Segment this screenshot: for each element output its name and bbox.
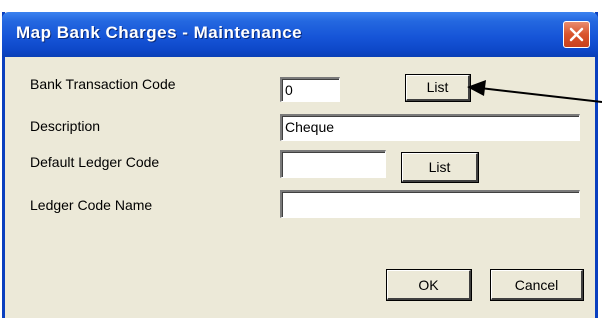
- cancel-button[interactable]: Cancel: [490, 269, 584, 301]
- default-ledger-code-label: Default Ledger Code: [30, 154, 160, 170]
- window-title: Map Bank Charges - Maintenance: [16, 23, 303, 42]
- close-icon: [569, 27, 584, 42]
- description-label: Description: [30, 118, 101, 134]
- ledger-code-name-input[interactable]: [280, 190, 580, 218]
- ledger-code-name-label: Ledger Code Name: [30, 197, 153, 213]
- list-button-label: List: [426, 79, 449, 95]
- list-button-label: List: [428, 159, 451, 175]
- bank-transaction-code-label: Bank Transaction Code: [30, 76, 176, 92]
- ok-button-label: OK: [418, 277, 439, 293]
- cancel-button-label: Cancel: [514, 277, 559, 293]
- close-button[interactable]: [563, 21, 590, 48]
- default-ledger-code-input[interactable]: [280, 150, 386, 178]
- bank-transaction-code-list-button[interactable]: List: [405, 74, 471, 102]
- bank-transaction-code-input[interactable]: 0: [280, 77, 340, 102]
- title-bar[interactable]: Map Bank Charges - Maintenance: [2, 12, 598, 57]
- description-input[interactable]: Cheque: [280, 114, 580, 141]
- ok-button[interactable]: OK: [386, 269, 472, 301]
- default-ledger-code-list-button[interactable]: List: [401, 152, 479, 183]
